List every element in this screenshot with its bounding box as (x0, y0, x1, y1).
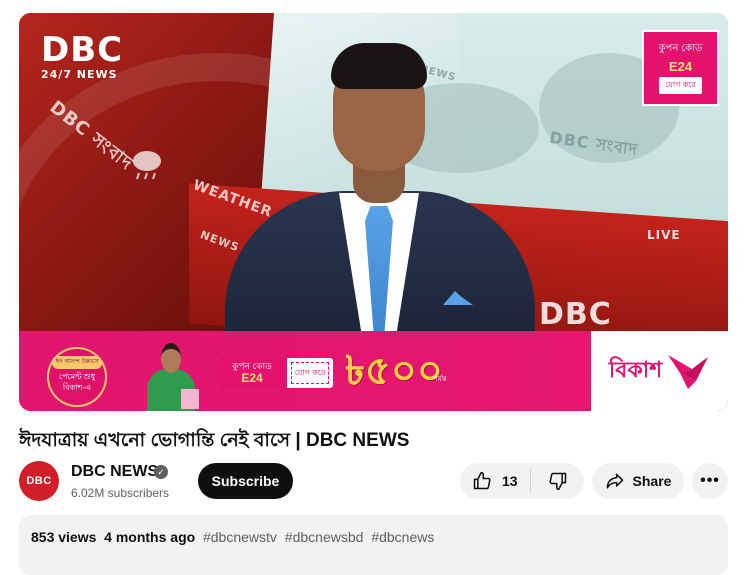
video-frame: DBC সংবাদ WEATHER NEWS 3 DBC সংবাদ NEWS … (19, 13, 728, 411)
verified-badge-icon: ✓ (154, 465, 168, 479)
hashtag-list: #dbcnewstv #dbcnewsbd #dbcnews (203, 529, 438, 545)
hashtag-link[interactable]: #dbcnewsbd (285, 529, 364, 545)
subscribe-button[interactable]: Subscribe (198, 463, 293, 499)
thumbs-down-icon (548, 472, 566, 491)
news-anchor (225, 41, 535, 343)
view-count: 853 views (31, 529, 97, 545)
description-meta: 853 views 4 months ago #dbcnewstv #dbcne… (31, 529, 438, 545)
ad-model-image (137, 339, 207, 411)
corner-coupon-ad: কুপন কোড E24 যোগ করে (642, 30, 719, 106)
upload-date: 4 months ago (104, 529, 196, 545)
share-button[interactable]: Share (592, 463, 684, 499)
video-title: ঈদযাত্রায় এখনো ভোগান্তি নেই বাসে | DBC … (19, 430, 410, 451)
ad-amount-sub: পর্যন্ত (433, 376, 447, 383)
bird-logo-icon (668, 355, 709, 389)
thumbs-up-icon (473, 471, 491, 490)
subscriber-count: 6.02M subscribers (71, 486, 170, 500)
ad-promo-circle: ঈদ আনন্দ উল্লাসে পেমেন্ট শুধু বিকাশ-এ (47, 347, 107, 407)
description-box[interactable]: 853 views 4 months ago #dbcnewstv #dbcne… (19, 515, 728, 575)
like-button[interactable]: 13 (460, 469, 531, 493)
banner-ad: ঈদ আনন্দ উল্লাসে পেমেন্ট শুধু বিকাশ-এ কু… (19, 331, 591, 411)
wall-text-live: LIVE (647, 228, 681, 242)
ad-amount: ৳৫০০ (345, 348, 443, 394)
more-horizontal-icon: ••• (700, 472, 720, 489)
hashtag-link[interactable]: #dbcnews (371, 529, 434, 545)
share-arrow-icon (606, 473, 623, 489)
ad-brand-logo: বিকাশ (591, 331, 728, 411)
ad-coupon-box: কুপন কোড E24 যোগ করে (217, 358, 333, 388)
dislike-button[interactable] (531, 463, 584, 499)
cloud-icon (127, 147, 167, 180)
more-actions-button[interactable]: ••• (692, 463, 728, 499)
share-label: Share (632, 473, 672, 489)
like-dislike-group: 13 (460, 463, 584, 499)
channel-name[interactable]: DBC NEWS (71, 463, 158, 481)
like-count: 13 (502, 473, 518, 489)
channel-watermark-logo: DBC 24/7 NEWS (41, 30, 124, 81)
channel-avatar[interactable]: DBC (19, 461, 59, 501)
video-player[interactable]: DBC সংবাদ WEATHER NEWS 3 DBC সংবাদ NEWS … (19, 13, 728, 411)
desk-logo: DBC (539, 297, 612, 332)
hashtag-link[interactable]: #dbcnewstv (203, 529, 277, 545)
